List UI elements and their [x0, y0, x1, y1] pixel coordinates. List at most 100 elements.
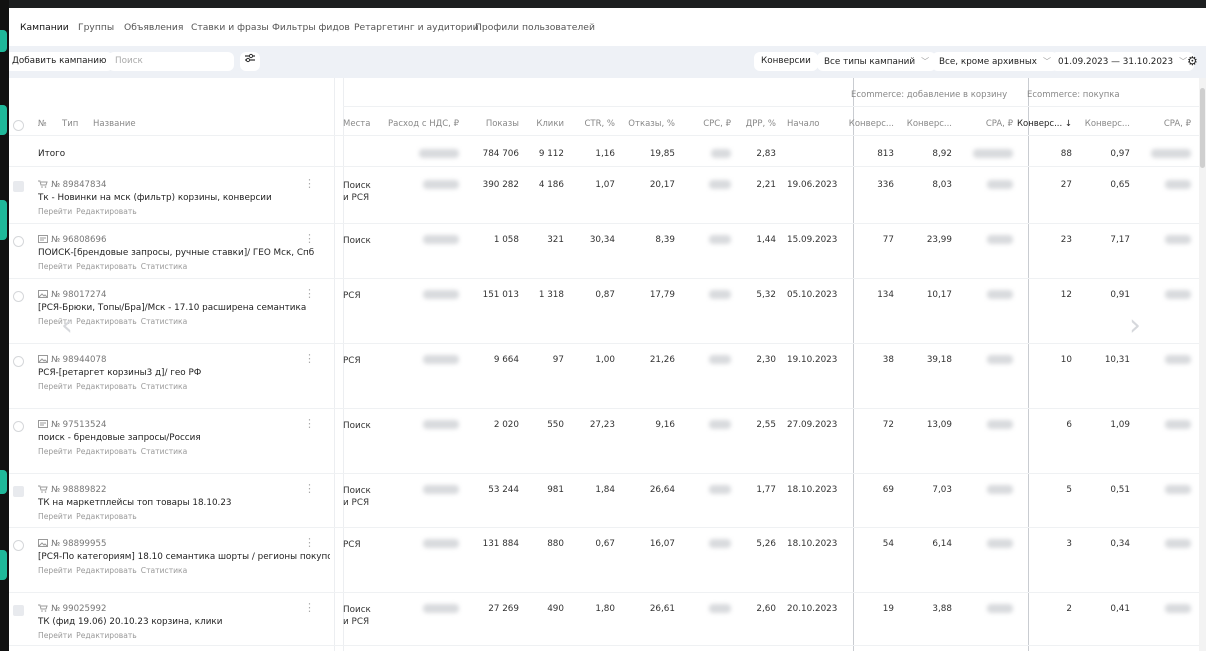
- header-cpc[interactable]: CPC, ₽: [703, 119, 731, 129]
- row-checkbox[interactable]: [13, 236, 24, 247]
- header-drr[interactable]: ДРР, %: [746, 119, 776, 129]
- edit-link[interactable]: Редактировать: [76, 512, 137, 521]
- header-cpa1[interactable]: CPA, ₽: [986, 119, 1013, 129]
- date-range-select[interactable]: 01.09.2023 — 31.10.2023 ﹀: [1051, 52, 1195, 71]
- conversions-button[interactable]: Конверсии: [754, 52, 818, 71]
- scroll-left-arrow-icon[interactable]: ‹: [61, 308, 73, 343]
- row-checkbox[interactable]: [13, 356, 24, 367]
- stats-link[interactable]: Статистика: [141, 262, 188, 271]
- blurred-value: [709, 180, 731, 189]
- tab-campaigns[interactable]: Кампании: [20, 22, 69, 48]
- header-clicks[interactable]: Клики: [536, 119, 564, 129]
- filter-settings-button[interactable]: [240, 52, 260, 71]
- go-link[interactable]: Перейти: [38, 631, 72, 640]
- row-menu-kebab-icon[interactable]: ⋮: [304, 352, 315, 365]
- edit-link[interactable]: Редактировать: [76, 447, 137, 456]
- campaign-places: Поиск: [343, 181, 371, 191]
- cell-impressions: 1 058: [493, 235, 519, 245]
- campaign-places: Поиск: [343, 236, 371, 246]
- edit-link[interactable]: Редактировать: [76, 207, 137, 216]
- status-filter-select[interactable]: Все, кроме архивных ﹀: [932, 52, 1058, 71]
- select-all-checkbox[interactable]: [13, 120, 24, 131]
- edit-link[interactable]: Редактировать: [76, 566, 137, 575]
- row-checkbox[interactable]: [13, 181, 24, 192]
- campaign-name[interactable]: ПОИСК-[брендовые запросы, ручные ставки]…: [38, 248, 314, 258]
- edit-link[interactable]: Редактировать: [76, 631, 137, 640]
- go-link[interactable]: Перейти: [38, 447, 72, 456]
- tab-user-profiles[interactable]: Профили пользователей: [475, 22, 595, 33]
- scrollbar-thumb[interactable]: [1200, 88, 1205, 168]
- blurred-value: [987, 485, 1013, 494]
- tab-bids-phrases[interactable]: Ставки и фразы: [191, 22, 269, 33]
- edit-link[interactable]: Редактировать: [76, 382, 137, 391]
- go-link[interactable]: Перейти: [38, 382, 72, 391]
- tab-feed-filters[interactable]: Фильтры фидов: [272, 22, 350, 33]
- row-menu-kebab-icon[interactable]: ⋮: [304, 536, 315, 549]
- campaign-name[interactable]: [РСЯ-По категориям] 18.10 семантика шорт…: [38, 552, 330, 562]
- tab-retargeting[interactable]: Ретаргетинг и аудитории: [354, 22, 479, 33]
- row-checkbox[interactable]: [13, 540, 24, 551]
- header-conv1[interactable]: Конверс...: [849, 119, 894, 129]
- row-menu-kebab-icon[interactable]: ⋮: [304, 232, 315, 245]
- row-menu-kebab-icon[interactable]: ⋮: [304, 417, 315, 430]
- edit-link[interactable]: Редактировать: [76, 317, 137, 326]
- header-start: Начало: [787, 119, 820, 129]
- cell-ctr: 0,67: [595, 539, 615, 549]
- go-link[interactable]: Перейти: [38, 207, 72, 216]
- header-conv_rate1[interactable]: Конверс...: [907, 119, 952, 129]
- cart-icon: [38, 180, 48, 191]
- search-input[interactable]: Поиск: [108, 52, 234, 71]
- header-impressions[interactable]: Показы: [486, 119, 519, 129]
- header-ctr[interactable]: CTR, %: [584, 119, 615, 129]
- campaign-name[interactable]: ТК на маркетплейсы топ товары 18.10.23: [38, 498, 232, 508]
- campaign-links: Перейти Редактировать Статистика: [38, 382, 191, 392]
- header-conv2[interactable]: Конверс... ↓: [1017, 119, 1072, 129]
- go-link[interactable]: Перейти: [38, 566, 72, 575]
- stats-link[interactable]: Статистика: [141, 447, 188, 456]
- settings-gear-icon[interactable]: ⚙: [1187, 54, 1198, 68]
- campaign-name[interactable]: РСЯ-[ретаргет корзины3 д]/ гео РФ: [38, 368, 201, 378]
- row-menu-kebab-icon[interactable]: ⋮: [304, 177, 315, 190]
- stats-link[interactable]: Статистика: [141, 317, 188, 326]
- header-name: Название: [93, 119, 136, 129]
- stats-link[interactable]: Статистика: [141, 566, 188, 575]
- campaign-name[interactable]: поиск - брендовые запросы/Россия: [38, 433, 201, 443]
- row-checkbox[interactable]: [13, 421, 24, 432]
- campaign-types-select[interactable]: Все типы кампаний ﹀: [817, 52, 937, 71]
- stats-link[interactable]: Статистика: [141, 382, 188, 391]
- row-menu-kebab-icon[interactable]: ⋮: [304, 287, 315, 300]
- text-ad-icon: [38, 235, 48, 246]
- vertical-scrollbar[interactable]: [1199, 78, 1206, 651]
- cell-ctr: 1,80: [595, 604, 615, 614]
- header-cpa2[interactable]: CPA, ₽: [1164, 119, 1191, 129]
- cell-clicks: 880: [547, 539, 564, 549]
- group-header-purchase: Ecommerce: покупка: [1027, 90, 1120, 100]
- tab-groups[interactable]: Группы: [78, 22, 114, 33]
- row-menu-kebab-icon[interactable]: ⋮: [304, 601, 315, 614]
- cell-conv1: 38: [882, 355, 894, 365]
- row-divider: [9, 278, 1199, 279]
- campaign-start-date: 27.09.2023: [787, 420, 838, 430]
- row-checkbox[interactable]: [13, 605, 24, 616]
- blurred-value: [1165, 290, 1191, 299]
- header-conv_rate2[interactable]: Конверс...: [1085, 119, 1130, 129]
- go-link[interactable]: Перейти: [38, 262, 72, 271]
- campaign-name[interactable]: ТК (фид 19.06) 20.10.23 корзина, клики: [38, 617, 222, 627]
- header-bounce[interactable]: Отказы, %: [628, 119, 675, 129]
- cell-clicks: 97: [552, 355, 564, 365]
- add-campaign-button[interactable]: Добавить кампанию: [9, 52, 114, 71]
- edit-link[interactable]: Редактировать: [76, 262, 137, 271]
- image-ad-icon: [38, 355, 48, 366]
- header-spend[interactable]: Расход с НДС, ₽: [388, 119, 459, 129]
- tab-ads[interactable]: Объявления: [124, 22, 183, 33]
- total-clicks: 9 112: [538, 149, 564, 159]
- campaign-name[interactable]: [РСЯ-Брюки, Топы/Бра]/Мск - 17.10 расшир…: [38, 303, 306, 313]
- campaign-name[interactable]: Тк - Новинки на мск (фильтр) корзины, ко…: [38, 193, 272, 203]
- scroll-right-arrow-icon[interactable]: ›: [1129, 308, 1141, 343]
- campaign-places: РСЯ: [343, 356, 361, 366]
- row-menu-kebab-icon[interactable]: ⋮: [304, 482, 315, 495]
- row-divider: [9, 166, 1199, 167]
- row-checkbox[interactable]: [13, 291, 24, 302]
- go-link[interactable]: Перейти: [38, 512, 72, 521]
- row-checkbox[interactable]: [13, 486, 24, 497]
